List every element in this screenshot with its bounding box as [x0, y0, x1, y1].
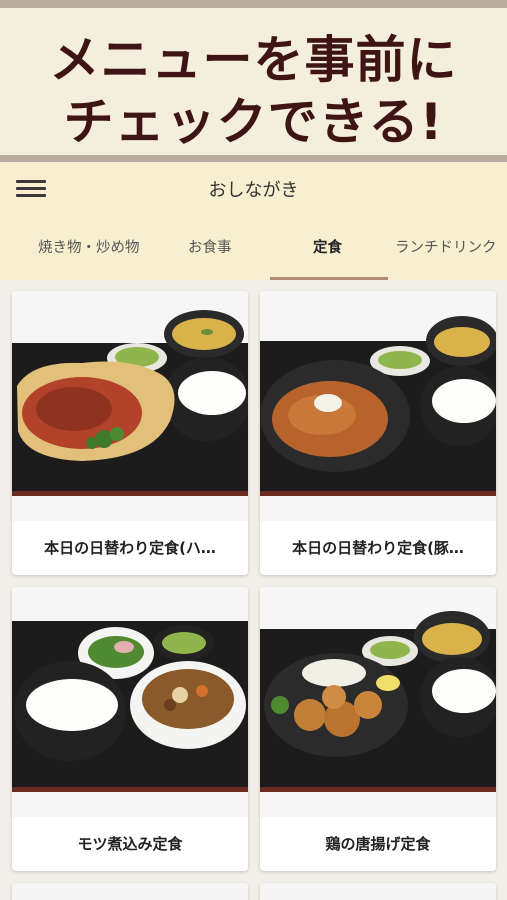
menu-card-partial[interactable] — [260, 883, 496, 900]
banner-stripe-top — [0, 0, 507, 8]
menu-item-name: モツ煮込み定食 — [77, 835, 183, 853]
menu-card[interactable]: 本日の日替わり定食(ハ… — [12, 291, 248, 575]
menu-photo — [12, 883, 248, 900]
menu-item-name: 本日の日替わり定食(ハ… — [44, 539, 216, 557]
tab-oshokuji[interactable]: お食事 — [188, 236, 232, 257]
banner-stripe-bottom — [0, 155, 507, 162]
menu-card-partial[interactable] — [12, 883, 248, 900]
menu-card[interactable]: 本日の日替わり定食(豚… — [260, 291, 496, 575]
menu-card[interactable]: 鶏の唐揚げ定食 — [260, 587, 496, 871]
tab-yakimono[interactable]: 焼き物・炒め物 — [38, 236, 140, 257]
active-tab-indicator — [270, 277, 388, 280]
tab-lunch-drink[interactable]: ランチドリンク — [395, 236, 497, 257]
promo-banner: メニューを事前に チェックできる! — [0, 0, 507, 162]
tab-teishoku[interactable]: 定食 — [313, 236, 342, 257]
menu-photo — [260, 883, 496, 900]
menu-photo — [260, 291, 496, 521]
app-header: おしながき — [0, 162, 507, 214]
menu-photo — [12, 291, 248, 521]
menu-item-name: 本日の日替わり定食(豚… — [292, 539, 464, 557]
menu-card[interactable]: モツ煮込み定食 — [12, 587, 248, 871]
menu-photo — [260, 587, 496, 817]
category-tabs: 焼き物・炒め物 お食事 定食 ランチドリンク — [0, 214, 507, 280]
menu-photo — [12, 587, 248, 817]
banner-line-2: チェックできる! — [63, 93, 444, 151]
page-title: おしながき — [208, 180, 299, 201]
menu-item-name: 鶏の唐揚げ定食 — [325, 835, 431, 853]
